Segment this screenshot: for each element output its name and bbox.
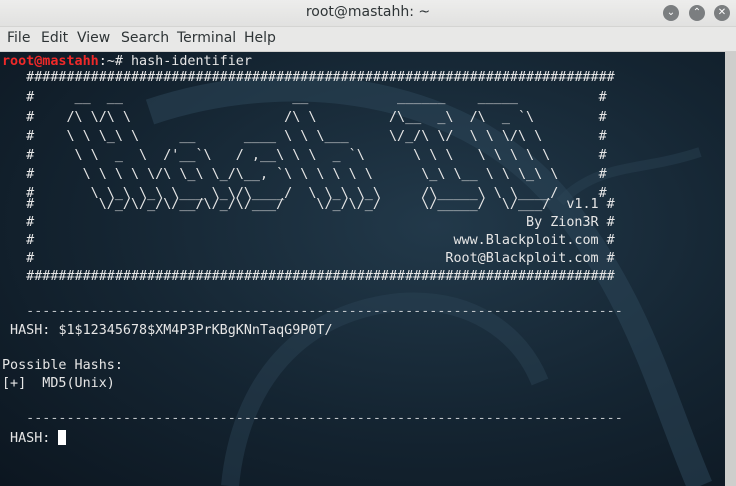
hash-input-line: HASH: $1$12345678$XM4P3PrKBgKNnTaqG9P0T/ [2, 323, 333, 339]
hash-prompt-line[interactable]: HASH: [2, 430, 67, 447]
menu-view[interactable]: View [77, 30, 110, 46]
hash-prompt-label: HASH: [2, 431, 59, 446]
banner-line: # __ __ __ ______ _____ # [2, 90, 607, 105]
banner-line: # \ \ \_\ \ __ ____ \ \ \___ \/_/\ \/ \ … [2, 129, 607, 144]
banner-line: ########################################… [2, 70, 615, 85]
banner-line: # \ \ \ \ \/\ \_\ \_/\__, `\ \ \ \ \ \ \… [2, 167, 607, 182]
terminal-area[interactable]: root@mastahh:~# hash-identifier ########… [0, 52, 725, 486]
prompt-line: root@mastahh:~# hash-identifier [2, 54, 252, 70]
menu-search[interactable]: Search [121, 30, 169, 46]
separator-line: ----------------------------------------… [2, 411, 623, 426]
window-title: root@mastahh: ~ [305, 4, 431, 20]
banner-line: # \/_/\/_/\/__/\/_/\/___/ \/_/\/_/ \/___… [2, 197, 615, 212]
terminal-cursor[interactable] [58, 430, 67, 445]
close-icon[interactable]: ✕ [714, 5, 730, 21]
banner-line: # \ \ _ \ /'__`\ / ,__\ \ \ _ `\ \ \ \ \… [2, 148, 607, 163]
command-text: hash-identifier [131, 54, 252, 69]
terminal-window: root@mastahh: ~ ⌄ ⌃ ✕ File Edit View Sea… [0, 0, 736, 486]
title-bar[interactable]: root@mastahh: ~ ⌄ ⌃ ✕ [0, 0, 736, 27]
menu-help[interactable]: Help [244, 30, 276, 46]
hash-value: $1$12345678$XM4P3PrKBgKNnTaqG9P0T/ [58, 323, 333, 338]
banner-line: ########################################… [2, 269, 615, 284]
maximize-icon[interactable]: ⌃ [689, 5, 705, 21]
menu-file[interactable]: File [7, 30, 30, 46]
hash-label: HASH: [2, 323, 59, 338]
result-line: [+] MD5(Unix) [2, 376, 115, 391]
menu-terminal[interactable]: Terminal [177, 30, 236, 46]
banner-line: # Root@Blackploit.com # [2, 251, 615, 266]
prompt-user: root@mastahh [2, 54, 99, 69]
menu-bar: File Edit View Search Terminal Help [0, 27, 736, 52]
terminal-scrollbar[interactable] [725, 52, 736, 486]
possible-hashes-label: Possible Hashs: [2, 358, 123, 373]
minimize-icon[interactable]: ⌄ [663, 5, 679, 21]
menu-edit[interactable]: Edit [41, 30, 68, 46]
banner-line: # www.Blackploit.com # [2, 233, 615, 248]
prompt-path: :~# [98, 54, 131, 69]
banner-line: # By Zion3R # [2, 215, 615, 230]
separator-line: ----------------------------------------… [2, 304, 623, 319]
banner-line: # /\ \/\ \ /\ \ /\__ _\ /\ _ `\ # [2, 110, 607, 125]
